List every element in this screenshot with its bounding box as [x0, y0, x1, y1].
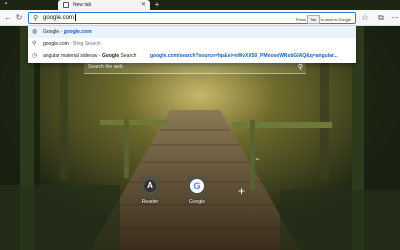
- google-logo-icon: G: [190, 179, 204, 193]
- address-input[interactable]: google.com: [43, 14, 77, 23]
- suggestion-separator: -: [60, 29, 63, 35]
- collections-icon[interactable]: ⧉: [376, 13, 386, 23]
- quick-link-google[interactable]: G Google: [183, 176, 211, 206]
- suggestion-title: Google: [43, 29, 60, 35]
- suggestion-detail: - Bing Search: [70, 41, 101, 47]
- suggestion-url: google.com: [63, 29, 92, 35]
- chevron-up-icon[interactable]: ⌃: [254, 157, 261, 166]
- close-icon[interactable]: ✕: [141, 1, 146, 9]
- quick-link-tile: G: [187, 176, 207, 196]
- suggestion-title: google.com: [43, 41, 69, 47]
- back-arrow-icon[interactable]: ←: [3, 13, 13, 23]
- new-tab-icon: [63, 2, 69, 8]
- suggestion-title: angular material sidenav -: [43, 53, 101, 59]
- ntp-search-box[interactable]: Search the web ⚲: [84, 61, 306, 74]
- quick-link-reader[interactable]: A Reader: [136, 176, 164, 206]
- more-menu-icon[interactable]: ⋯: [390, 13, 400, 23]
- suggestions-dropdown: ◍ Google - google.com ⚲ google.com - Bin…: [28, 26, 356, 63]
- add-quick-link-button[interactable]: +: [238, 185, 245, 197]
- address-hint: Press Tab to search Google: [295, 15, 351, 24]
- quick-link-tile: A: [140, 176, 160, 196]
- suggestion-item[interactable]: ◍ Google - google.com: [28, 26, 356, 38]
- address-bar[interactable]: ⚲ google.com Press Tab to search Google: [28, 12, 356, 24]
- tab-title: New tab: [73, 2, 92, 8]
- toolbar: ← ↻ ⚲ google.com Press Tab to search Googl…: [0, 10, 400, 26]
- suggestion-title-bold: Google: [101, 53, 120, 59]
- refresh-icon[interactable]: ↻: [14, 13, 24, 23]
- search-icon: ⚲: [32, 41, 37, 47]
- suggestion-title-rest: Search: [120, 53, 137, 59]
- search-icon: ⚲: [33, 15, 39, 22]
- favorites-star-icon[interactable]: ☆: [360, 13, 370, 23]
- search-icon[interactable]: ⚲: [298, 62, 303, 73]
- quick-link-label: Google: [188, 199, 206, 205]
- history-icon: ◷: [32, 53, 38, 59]
- suggestion-item[interactable]: ⚲ google.com - Bing Search: [28, 38, 356, 50]
- quick-link-label: Reader: [141, 199, 159, 205]
- window-controls-icon[interactable]: ▪: [5, 1, 7, 7]
- globe-icon: ◍: [32, 29, 38, 35]
- ntp-search-input[interactable]: Search the web: [88, 62, 123, 73]
- tab-new-tab[interactable]: New tab ✕: [58, 0, 150, 10]
- tab-strip: ▪ New tab ✕ +: [0, 0, 400, 10]
- reader-logo-icon: A: [144, 180, 156, 192]
- new-tab-button[interactable]: +: [152, 0, 162, 10]
